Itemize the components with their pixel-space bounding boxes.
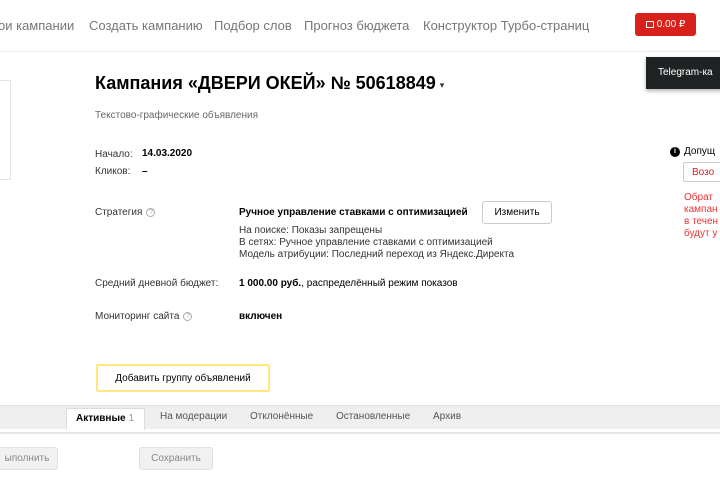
start-value: 14.03.2020 xyxy=(142,148,193,159)
telegram-tooltip: Telegram-ка xyxy=(646,57,720,89)
ad-group-tabs: Активные 1 На модерации Отклонённые Остан… xyxy=(0,405,720,430)
tab-archive[interactable]: Архив xyxy=(433,411,461,422)
tab-active-count: 1 xyxy=(128,413,135,424)
tab-moderation[interactable]: На модерации xyxy=(160,411,227,422)
clicks-value: – xyxy=(142,166,148,177)
campaign-title-row[interactable]: Кампания «ДВЕРИ ОКЕЙ» № 50618849 ▾ xyxy=(95,73,444,94)
moderation-status-text: Допущ xyxy=(684,146,716,157)
wallet-icon xyxy=(645,21,654,28)
dropdown-arrow-icon[interactable]: ▾ xyxy=(440,80,445,91)
tab-rejected[interactable]: Отклонённые xyxy=(250,411,313,422)
strategy-detail-attribution: Модель атрибуции: Последний переход из Я… xyxy=(239,249,515,260)
balance-button[interactable]: 0.00 ₽ xyxy=(635,13,696,36)
nav-turbo-constructor[interactable]: Конструктор Турбо-страниц xyxy=(423,18,589,33)
nav-budget-forecast[interactable]: Прогноз бюджета xyxy=(304,18,409,33)
monitoring-label: Мониторинг сайта? xyxy=(95,311,193,322)
moderation-status: i Допущ xyxy=(670,146,715,157)
add-ad-group-button[interactable]: Добавить группу объявлений xyxy=(96,364,270,392)
help-icon[interactable]: ? xyxy=(183,311,193,321)
tab-active-label: Активные xyxy=(76,413,126,424)
budget-mode: , распределённый режим показов xyxy=(301,278,458,289)
warning-line-4: будут у xyxy=(684,228,718,239)
warning-line-1: Обрат xyxy=(684,192,713,203)
info-icon: i xyxy=(670,146,680,157)
left-panel-card xyxy=(0,80,11,180)
strategy-detail-networks: В сетях: Ручное управление ставками с оп… xyxy=(239,237,493,248)
resume-button[interactable]: Возо xyxy=(683,162,720,182)
strategy-detail-search: На поиске: Показы запрещены xyxy=(239,225,383,236)
add-ad-group-label: Добавить группу объявлений xyxy=(115,372,251,384)
execute-button[interactable]: ыполнить xyxy=(0,447,58,470)
budget-label: Средний дневной бюджет: xyxy=(95,278,219,289)
budget-value-line: 1 000.00 руб., распределённый режим пока… xyxy=(239,278,458,289)
change-strategy-button[interactable]: Изменить xyxy=(482,201,552,224)
nav-create-campaign[interactable]: Создать кампанию xyxy=(89,18,203,33)
warning-line-2: кампан xyxy=(684,204,718,215)
help-icon[interactable]: ? xyxy=(146,207,156,217)
save-button[interactable]: Сохранить xyxy=(139,447,213,470)
tab-active[interactable]: Активные 1 xyxy=(66,408,145,430)
strategy-value: Ручное управление ставками с оптимизацие… xyxy=(239,207,468,218)
strategy-label: Стратегия? xyxy=(95,207,156,218)
tab-stopped[interactable]: Остановленные xyxy=(336,411,410,422)
nav-my-campaigns[interactable]: ои кампании xyxy=(0,18,74,33)
budget-value: 1 000.00 руб. xyxy=(239,278,302,289)
strategy-label-text: Стратегия xyxy=(95,207,143,218)
top-navigation: ои кампании Создать кампанию Подбор слов… xyxy=(0,0,720,52)
nav-word-selection[interactable]: Подбор слов xyxy=(214,18,292,33)
campaign-type: Текстово-графические объявления xyxy=(95,110,258,121)
monitoring-label-text: Мониторинг сайта xyxy=(95,311,180,322)
divider xyxy=(0,432,720,434)
warning-line-3: в течен xyxy=(684,216,719,227)
clicks-label: Кликов: xyxy=(95,166,131,177)
start-label: Начало: xyxy=(95,149,133,160)
monitoring-value: включен xyxy=(239,311,283,322)
campaign-title: Кампания «ДВЕРИ ОКЕЙ» № 50618849 xyxy=(95,73,436,93)
balance-value: 0.00 ₽ xyxy=(656,19,686,30)
